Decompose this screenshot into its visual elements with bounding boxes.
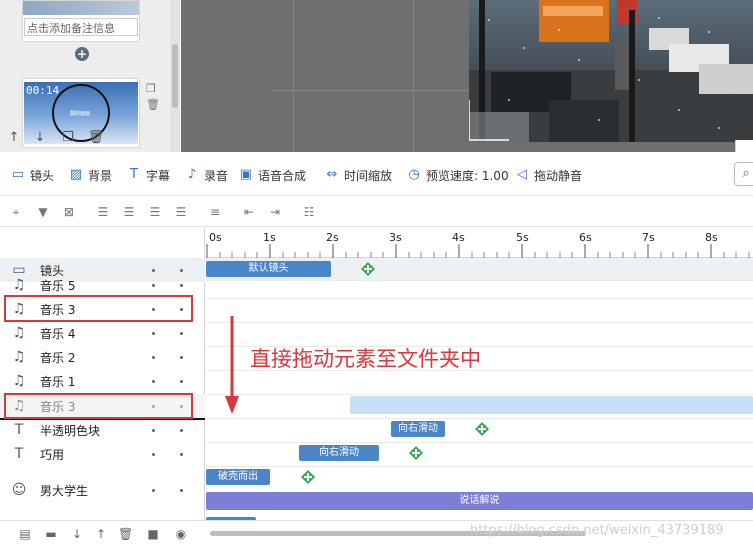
subtitle-button[interactable]: T 字幕 <box>126 166 170 184</box>
track-music-5[interactable]: ♫ 音乐 5 <box>0 276 205 294</box>
align-justify-icon[interactable]: ☰ <box>174 205 188 219</box>
shot-list-scrollbar[interactable] <box>170 0 180 152</box>
list-icon[interactable]: ☷ <box>302 205 316 219</box>
add-keyframe-icon[interactable] <box>474 421 490 437</box>
track-music-2[interactable]: ♫ 音乐 2 <box>0 345 205 369</box>
thumb-caption: 翻转画面 <box>70 111 91 117</box>
background-button[interactable]: ▨ 背景 <box>68 166 112 184</box>
watermark-text: https://blog.csdn.net/weixin_43739189 <box>470 523 724 538</box>
align-right-icon[interactable]: ☰ <box>148 205 162 219</box>
clip-dragging-music[interactable] <box>350 396 753 414</box>
music-icon: ♫ <box>12 277 26 293</box>
bottom-toolbar: ▤ ▬ ↓ ↑ 🗑 ■ ◉ https://blog.csdn.net/weix… <box>0 520 753 546</box>
trash-icon[interactable]: 🗑 <box>146 98 160 111</box>
guide-line-h <box>273 90 469 91</box>
lane-divider <box>206 418 753 419</box>
scene-preview-image[interactable] <box>469 0 753 142</box>
highlight-box-source <box>4 295 193 322</box>
guide-line-v1 <box>293 0 294 152</box>
duplicate-icon[interactable]: ❐ <box>58 128 78 148</box>
clip-slide-right-2[interactable]: 向右滑动 <box>299 445 379 461</box>
align-toolbar: ⌖ ▼ ⊠ ☰ ☰ ☰ ☰ ≡ ⇤ ⇥ ☷ <box>0 197 753 227</box>
lane-divider <box>206 280 753 281</box>
copy-icon[interactable]: ❐ <box>146 82 156 95</box>
distribute-icon[interactable]: ≡ <box>208 205 222 219</box>
lane-divider <box>206 466 753 467</box>
text-icon: T <box>14 446 24 462</box>
move-down-icon[interactable]: ↓ <box>70 527 84 541</box>
street-scene-image <box>469 0 753 142</box>
mute-drag-icon: ◁ <box>517 167 527 182</box>
music-icon: ♫ <box>12 325 26 341</box>
shot-card-1-thumb <box>23 1 139 15</box>
lane-divider <box>206 322 753 323</box>
scrollbar-thumb[interactable] <box>172 44 178 108</box>
preview-corner-toggle[interactable] <box>735 140 753 152</box>
time-scale-button[interactable]: ⇔ 时间缩放 <box>324 166 392 184</box>
track-male-student[interactable]: ☺ 男大学生 <box>0 470 205 510</box>
lane-divider <box>206 394 753 395</box>
microphone-icon: ♪ <box>187 167 197 182</box>
music-icon: ♫ <box>12 349 26 365</box>
main-toolbar: ▭ 镜头 ▨ 背景 T 字幕 ♪ 录音 ▣ 语音合成 ⇔ 时间缩放 ◷ 预览速度: 1.00 … <box>0 152 753 196</box>
track-translucent-block[interactable]: T 半透明色块 <box>0 418 205 442</box>
clip-default-shot[interactable]: 默认镜头 <box>206 261 331 277</box>
locate-icon[interactable]: ⌖ <box>9 205 23 219</box>
clear-filter-icon[interactable]: ⊠ <box>62 205 76 219</box>
ruler-ticks <box>206 244 750 258</box>
camera-button[interactable]: ▭ 镜头 <box>10 166 54 184</box>
highlight-box-target <box>4 393 193 419</box>
track-clever-use[interactable]: T 巧用 <box>0 442 205 466</box>
background-icon: ▨ <box>69 167 83 182</box>
add-folder-icon[interactable]: ▤ <box>18 527 32 541</box>
record-button[interactable]: ♪ 录音 <box>184 166 228 184</box>
subtitle-icon: T <box>130 167 138 182</box>
time-scale-icon: ⇔ <box>326 167 338 182</box>
preview-speed-icon: ◷ <box>408 167 420 182</box>
add-shot-icon[interactable]: + <box>75 47 89 61</box>
filter-icon[interactable]: ▼ <box>36 205 50 219</box>
track-music-4[interactable]: ♫ 音乐 4 <box>0 321 205 345</box>
mute-drag-button[interactable]: ◁ 拖动静音 <box>514 166 582 184</box>
add-keyframe-icon[interactable] <box>408 445 424 461</box>
shift-left-icon[interactable]: ⇤ <box>242 205 256 219</box>
camera-icon: ▭ <box>11 167 25 182</box>
folder-icon[interactable]: ▬ <box>44 527 58 541</box>
guide-line-v2 <box>413 0 414 152</box>
shot-list-panel: 点击添加备注信息 + 00:14 翻转画面 ❐ 🗑 ↑ ↓ ❐ 🗑 <box>0 0 180 152</box>
search-icon[interactable]: ⌕ <box>734 162 753 186</box>
time-ruler[interactable]: 0s 1s 2s 3s 4s 5s 6s 7s 8s <box>206 228 753 258</box>
align-center-icon[interactable]: ☰ <box>122 205 136 219</box>
timeline-lanes[interactable]: 默认镜头 向右滑动 向右滑动 破壳而出 说话解说 <box>206 258 753 521</box>
lock-icon[interactable]: ■ <box>146 527 160 541</box>
clip-slide-right-1[interactable]: 向右滑动 <box>391 421 445 437</box>
speech-synthesis-icon: ▣ <box>239 167 253 182</box>
track-list: ▭ 镜头 ♫ 音乐 5 ♫ 音乐 3 ♫ 音乐 4 ♫ 音乐 2 ♫ 音乐 1 … <box>0 228 205 520</box>
preview-speed-button[interactable]: ◷ 预览速度: 1.00 <box>406 166 508 184</box>
lane-divider <box>206 442 753 443</box>
note-input[interactable]: 点击添加备注信息 <box>24 18 138 36</box>
lane-divider <box>206 298 753 299</box>
text-icon: T <box>14 422 24 438</box>
music-icon: ♫ <box>12 373 26 389</box>
shift-right-icon[interactable]: ⇥ <box>268 205 282 219</box>
add-keyframe-icon[interactable] <box>360 261 376 277</box>
move-up-icon[interactable]: ↑ <box>4 128 24 148</box>
add-keyframe-icon[interactable] <box>300 469 316 485</box>
shot-time: 00:14 <box>26 84 60 97</box>
speech-synthesis-button[interactable]: ▣ 语音合成 <box>238 166 306 184</box>
trash-icon[interactable]: 🗑 <box>118 527 133 541</box>
annotation-arrow <box>225 316 239 414</box>
person-icon: ☺ <box>11 482 27 498</box>
track-music-1[interactable]: ♫ 音乐 1 <box>0 369 205 393</box>
delete-icon[interactable]: 🗑 <box>86 128 106 148</box>
move-down-icon[interactable]: ↓ <box>30 128 50 148</box>
align-left-icon[interactable]: ☰ <box>96 205 110 219</box>
clip-talk-explain[interactable]: 说话解说 <box>206 492 753 510</box>
annotation-text: 直接拖动元素至文件夹中 <box>250 347 481 371</box>
move-up-icon[interactable]: ↑ <box>94 527 108 541</box>
eye-icon[interactable]: ◉ <box>174 527 188 541</box>
clip-burst-out[interactable]: 破壳而出 <box>206 469 270 485</box>
